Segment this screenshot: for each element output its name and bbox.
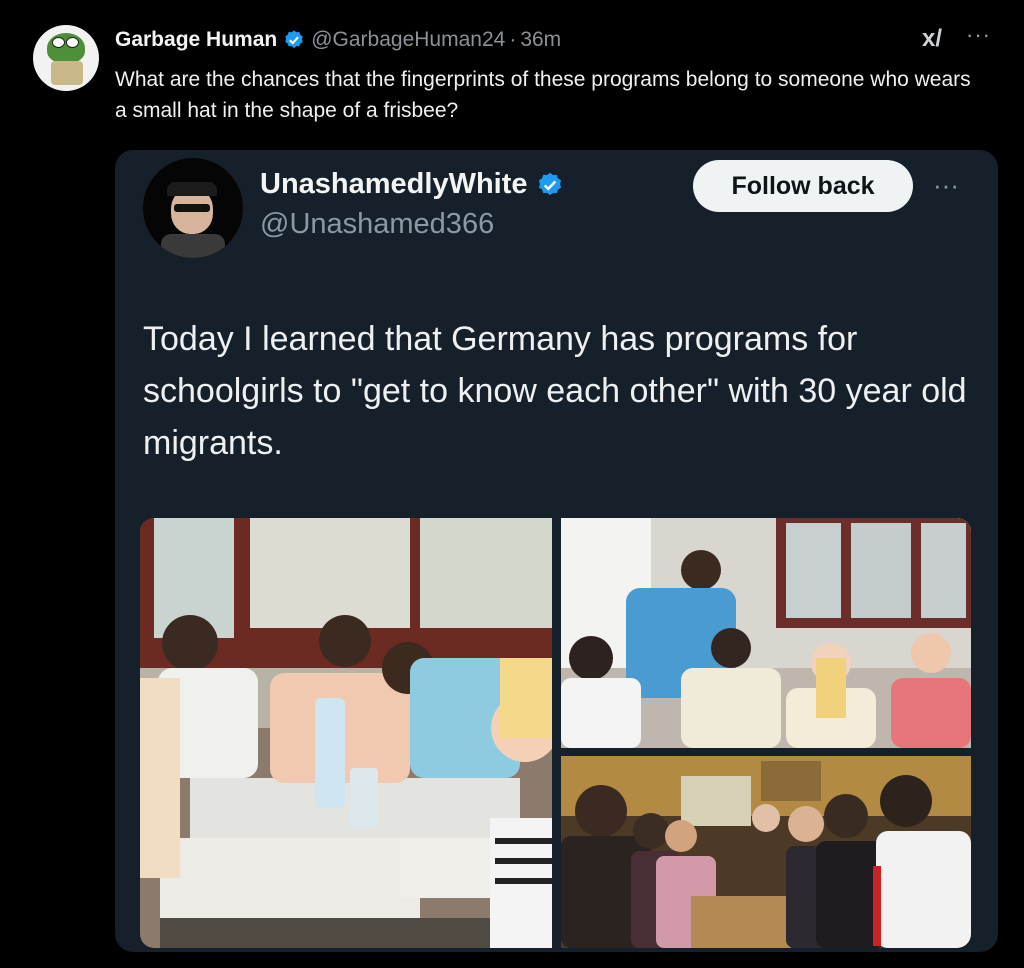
quote-author-handle[interactable]: @Unashamed366 [260, 208, 494, 241]
tweet-header: Garbage Human @GarbageHuman24 · 36m [115, 28, 561, 52]
quoted-tweet-card[interactable]: UnashamedlyWhite @Unashamed366 Follow ba… [115, 150, 998, 952]
tweet-text: What are the chances that the fingerprin… [115, 68, 971, 122]
media-photo-group[interactable] [561, 518, 971, 748]
verified-badge-icon [538, 172, 561, 195]
author-name[interactable]: Garbage Human [115, 28, 277, 52]
author-handle[interactable]: @GarbageHuman24 [311, 28, 505, 52]
media-photo-restaurant[interactable] [561, 756, 971, 948]
author-avatar[interactable] [33, 25, 99, 91]
avatar-frog-body [51, 61, 83, 85]
group-photo-art [561, 518, 971, 748]
quote-author-avatar[interactable] [143, 158, 243, 258]
grok-icon[interactable]: x/ [922, 25, 942, 53]
timestamp[interactable]: 36m [520, 28, 561, 52]
follow-back-button[interactable]: Follow back [693, 160, 913, 212]
avatar-hat [167, 182, 217, 196]
avatar-frog-eye [66, 37, 79, 48]
more-icon[interactable]: ··· [933, 170, 959, 201]
classroom-photo-art [140, 518, 552, 948]
more-icon[interactable]: ··· [966, 22, 991, 48]
separator-dot: · [509, 28, 517, 51]
quote-author-name[interactable]: UnashamedlyWhite [260, 168, 528, 201]
verified-badge-icon [285, 30, 303, 48]
media-photo-classroom[interactable] [140, 518, 552, 948]
quote-header: UnashamedlyWhite [260, 168, 564, 201]
avatar-frog-eye [52, 37, 65, 48]
quote-text: Today I learned that Germany has program… [143, 320, 967, 462]
avatar-frog-head [47, 33, 85, 63]
restaurant-photo-art [561, 756, 971, 948]
avatar-shirt [161, 234, 225, 258]
avatar-sunglasses [174, 204, 210, 212]
